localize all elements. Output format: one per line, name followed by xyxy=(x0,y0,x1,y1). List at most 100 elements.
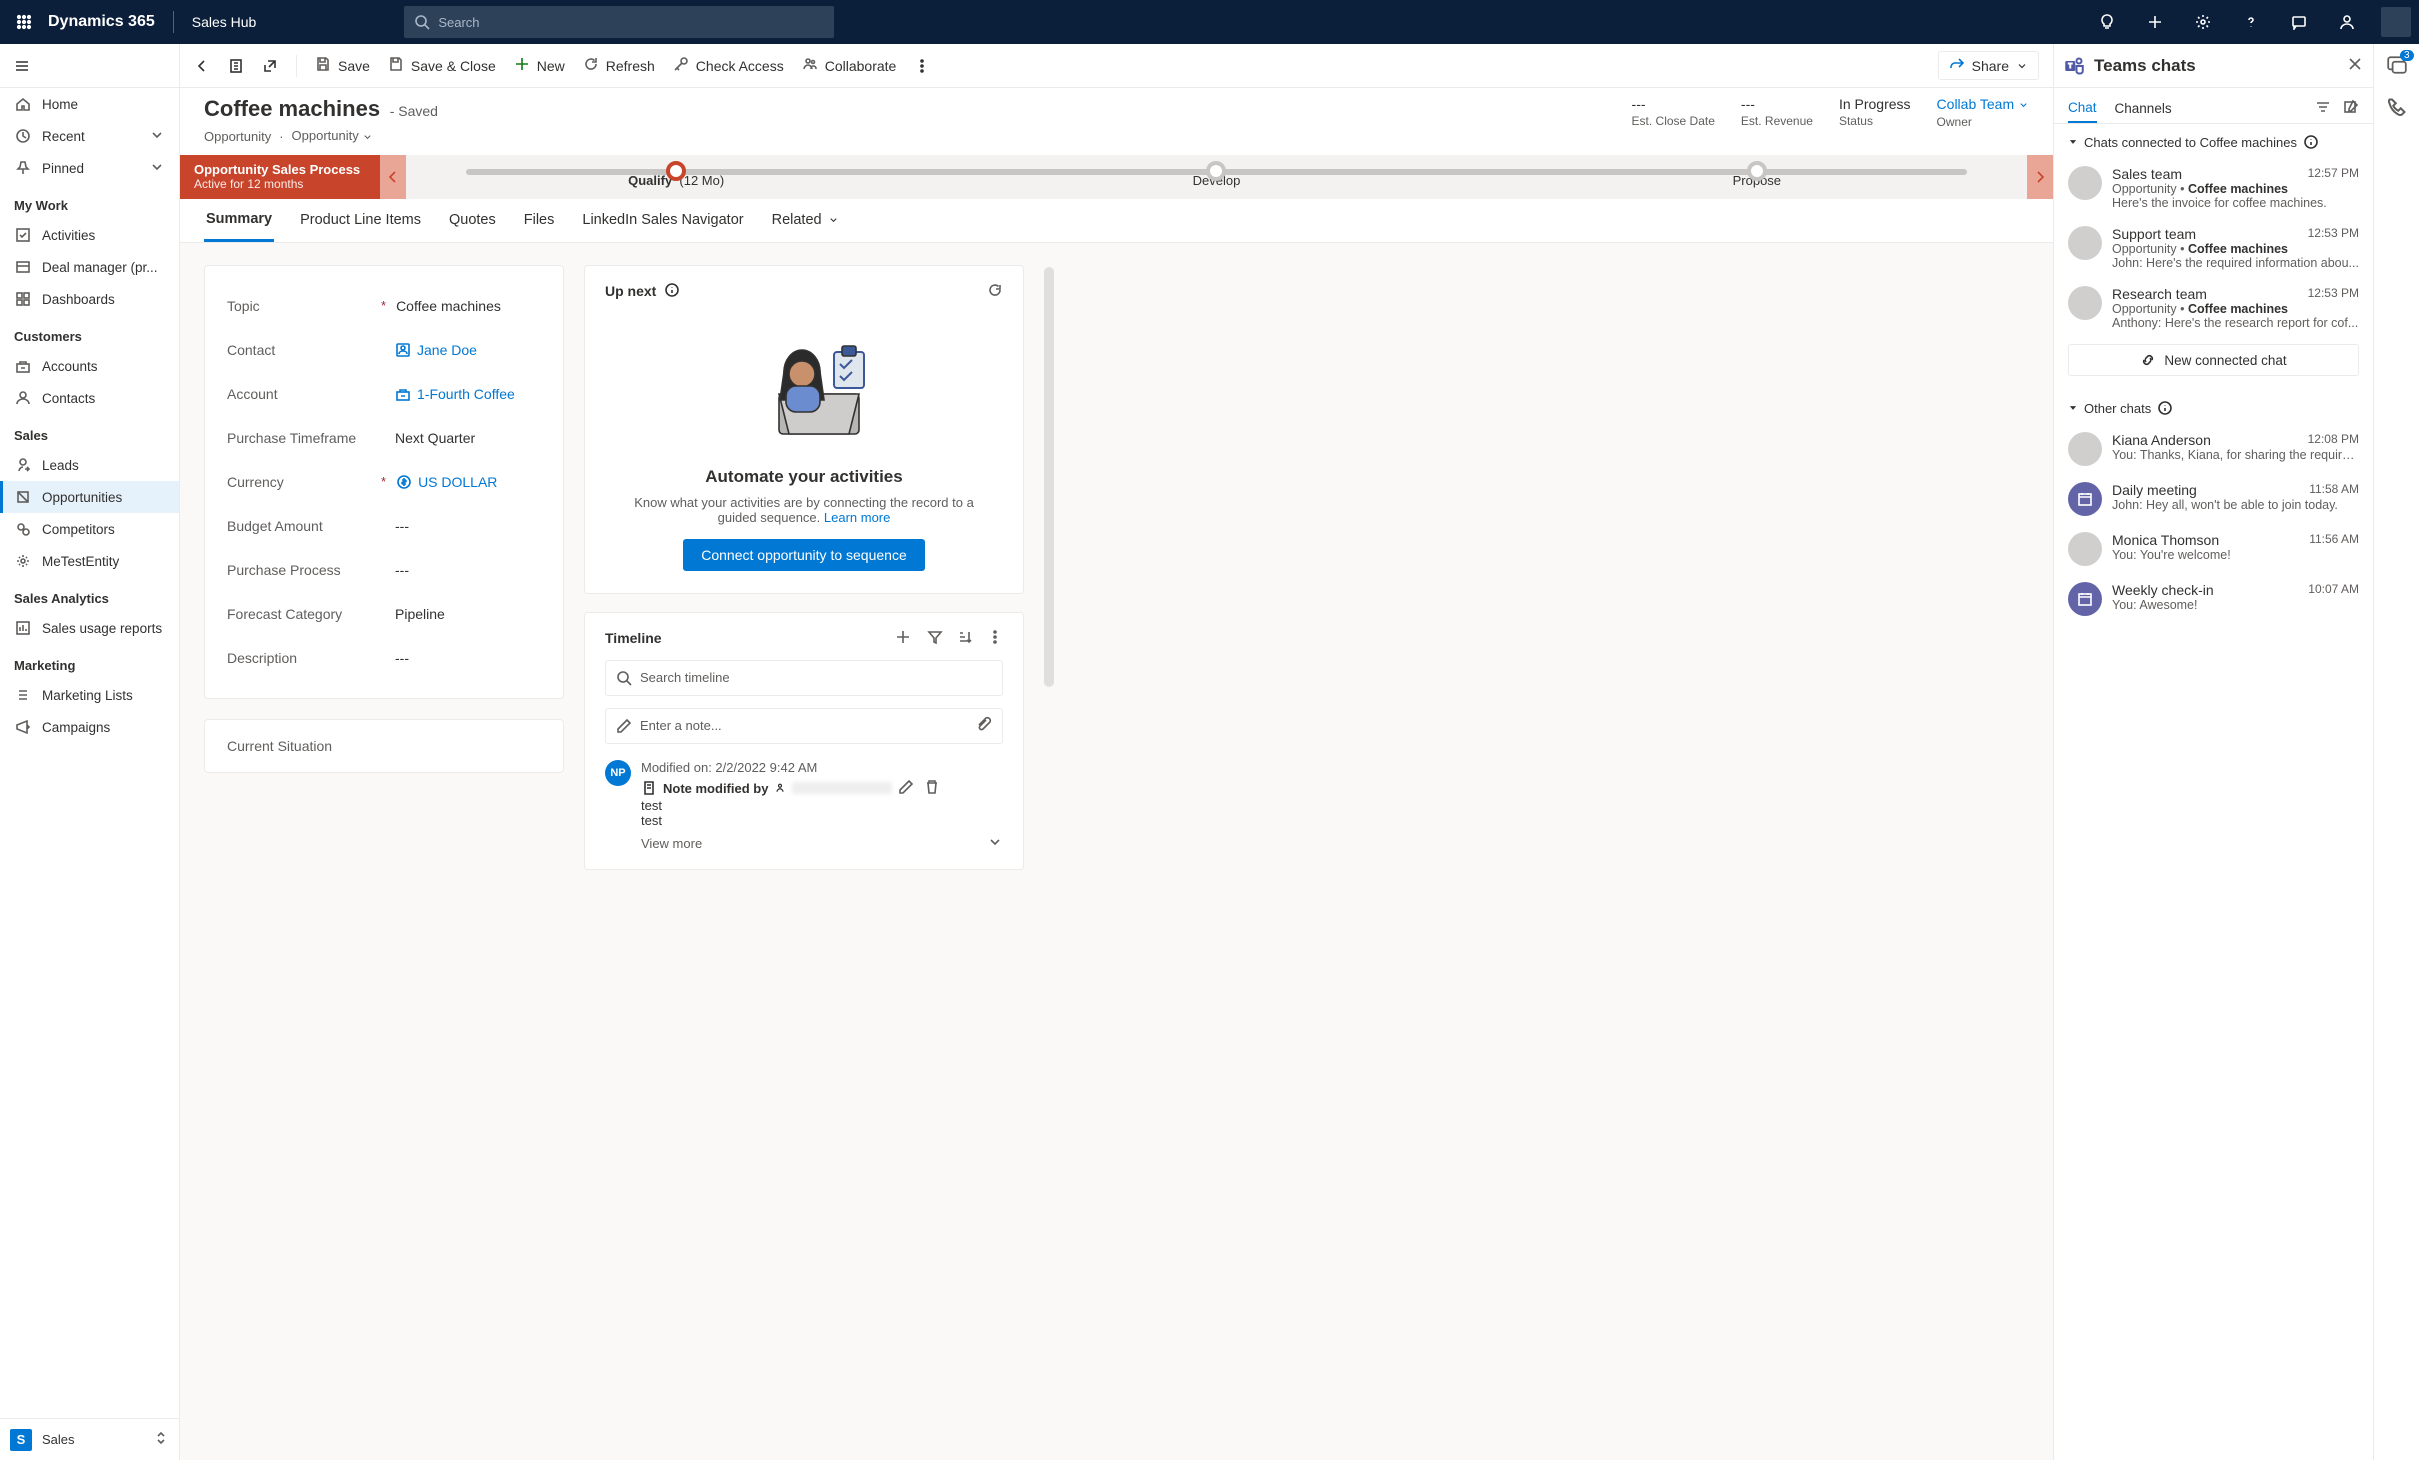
tab-related[interactable]: Related xyxy=(770,199,841,242)
nav-item-leads[interactable]: Leads xyxy=(0,449,179,481)
teams-tab-chat[interactable]: Chat xyxy=(2068,94,2097,123)
form-selector[interactable]: Opportunity xyxy=(292,128,374,145)
timeline-filter-icon[interactable] xyxy=(927,629,943,648)
field-purchase-timeframe[interactable]: Purchase TimeframeNext Quarter xyxy=(227,416,541,460)
nav-item-competitors[interactable]: Competitors xyxy=(0,513,179,545)
help-button[interactable] xyxy=(2231,0,2271,44)
new-button[interactable]: New xyxy=(514,56,565,75)
settings-button[interactable] xyxy=(2183,0,2223,44)
learn-more-link[interactable]: Learn more xyxy=(824,510,890,525)
teams-filter-icon[interactable] xyxy=(2315,99,2331,118)
tab-files[interactable]: Files xyxy=(522,199,557,242)
field-forecast-category[interactable]: Forecast CategoryPipeline xyxy=(227,592,541,636)
tab-linkedin-sales-navigator[interactable]: LinkedIn Sales Navigator xyxy=(580,199,745,242)
popout-button[interactable] xyxy=(262,58,278,74)
info-icon[interactable] xyxy=(664,282,680,301)
teams-compose-icon[interactable] xyxy=(2343,99,2359,118)
field-topic[interactable]: Topic*Coffee machines xyxy=(227,284,541,328)
process-prev-arrow[interactable] xyxy=(380,155,406,199)
attachment-icon[interactable] xyxy=(976,716,992,735)
teams-close-icon[interactable] xyxy=(2347,56,2363,75)
process-name-tag[interactable]: Opportunity Sales Process Active for 12 … xyxy=(180,155,380,199)
rail-phone-button[interactable] xyxy=(2387,97,2407,120)
view-more-link[interactable]: View more xyxy=(641,836,702,851)
stage-qualify[interactable]: Qualify (12 Mo) xyxy=(406,155,946,199)
info-icon[interactable] xyxy=(2303,134,2319,150)
nav-item-accounts[interactable]: Accounts xyxy=(0,350,179,382)
stage-develop[interactable]: Develop xyxy=(946,155,1486,199)
timeline-more-icon[interactable] xyxy=(987,629,1003,648)
rail-chat-button[interactable]: 3 xyxy=(2386,54,2408,79)
nav-item-metestentity[interactable]: MeTestEntity xyxy=(0,545,179,577)
form-body: Topic*Coffee machinesContactJane DoeAcco… xyxy=(180,243,2053,1460)
tab-quotes[interactable]: Quotes xyxy=(447,199,498,242)
timeline-sort-icon[interactable] xyxy=(957,629,973,648)
check-access-button[interactable]: Check Access xyxy=(673,56,784,75)
field-description[interactable]: Description--- xyxy=(227,636,541,680)
collaborate-button[interactable]: Collaborate xyxy=(802,56,897,75)
share-button[interactable]: Share xyxy=(1938,51,2039,80)
nav-item-dashboards[interactable]: Dashboards xyxy=(0,283,179,315)
teams-tab-channels[interactable]: Channels xyxy=(2115,95,2172,122)
field-contact[interactable]: ContactJane Doe xyxy=(227,328,541,372)
save-button[interactable]: Save xyxy=(315,56,370,75)
chevron-down-icon[interactable] xyxy=(987,834,1003,853)
nav-toggle[interactable] xyxy=(0,44,179,88)
timeline-search[interactable]: Search timeline xyxy=(605,660,1003,696)
stage-dot xyxy=(1206,161,1226,181)
assistant-button[interactable] xyxy=(2279,0,2319,44)
stage-propose[interactable]: Propose xyxy=(1487,155,2027,199)
chat-item[interactable]: Weekly check-in10:07 AMYou: Awesome! xyxy=(2068,574,2359,624)
note-delete-icon[interactable] xyxy=(924,779,940,798)
app-name[interactable]: Sales Hub xyxy=(192,14,257,30)
chat-item[interactable]: Support team12:53 PMOpportunity • Coffee… xyxy=(2068,218,2359,278)
chat-item[interactable]: Research team12:53 PMOpportunity • Coffe… xyxy=(2068,278,2359,338)
timeline-note[interactable]: NP Modified on: 2/2/2022 9:42 AM Note mo… xyxy=(605,760,1003,853)
field-budget-amount[interactable]: Budget Amount--- xyxy=(227,504,541,548)
field-account[interactable]: Account1-Fourth Coffee xyxy=(227,372,541,416)
nav-item-recent[interactable]: Recent xyxy=(0,120,179,152)
chat-item[interactable]: Kiana Anderson12:08 PMYou: Thanks, Kiana… xyxy=(2068,424,2359,474)
chat-item[interactable]: Daily meeting11:58 AMJohn: Hey all, won'… xyxy=(2068,474,2359,524)
open-record-set[interactable] xyxy=(228,58,244,74)
header-field-owner[interactable]: Collab Team Owner xyxy=(1937,96,2029,129)
info-icon[interactable] xyxy=(2157,400,2173,416)
area-switcher[interactable]: S Sales xyxy=(0,1418,179,1460)
timeline-note-input[interactable]: Enter a note... xyxy=(605,708,1003,744)
person-button[interactable] xyxy=(2327,0,2367,44)
save-close-button[interactable]: Save & Close xyxy=(388,56,496,75)
timeline-add-icon[interactable] xyxy=(895,629,913,648)
nav-item-opportunities[interactable]: Opportunities xyxy=(0,481,179,513)
nav-item-campaigns[interactable]: Campaigns xyxy=(0,711,179,743)
note-edit-icon[interactable] xyxy=(898,779,914,798)
field-currency[interactable]: Currency*US DOLLAR xyxy=(227,460,541,504)
back-button[interactable] xyxy=(194,58,210,74)
chat-item[interactable]: Sales team12:57 PMOpportunity • Coffee m… xyxy=(2068,158,2359,218)
refresh-panel-icon[interactable] xyxy=(987,282,1003,301)
connected-chats-header[interactable]: Chats connected to Coffee machines xyxy=(2068,134,2359,150)
overflow-button[interactable] xyxy=(914,58,930,74)
nav-item-home[interactable]: Home xyxy=(0,88,179,120)
process-next-arrow[interactable] xyxy=(2027,155,2053,199)
refresh-button[interactable]: Refresh xyxy=(583,56,655,75)
tab-product-line-items[interactable]: Product Line Items xyxy=(298,199,423,242)
nav-item-pinned[interactable]: Pinned xyxy=(0,152,179,184)
tab-summary[interactable]: Summary xyxy=(204,199,274,242)
field-purchase-process[interactable]: Purchase Process--- xyxy=(227,548,541,592)
connect-sequence-button[interactable]: Connect opportunity to sequence xyxy=(683,539,924,571)
lightbulb-button[interactable] xyxy=(2087,0,2127,44)
nav-item-deal-manager-pr-[interactable]: Deal manager (pr... xyxy=(0,251,179,283)
nav-item-activities[interactable]: Activities xyxy=(0,219,179,251)
app-launcher-icon[interactable] xyxy=(14,12,34,32)
nav-item-contacts[interactable]: Contacts xyxy=(0,382,179,414)
chat-item[interactable]: Monica Thomson11:56 AMYou: You're welcom… xyxy=(2068,524,2359,574)
form-scrollbar[interactable] xyxy=(1044,267,1054,687)
add-button[interactable] xyxy=(2135,0,2175,44)
user-avatar[interactable] xyxy=(2381,7,2411,37)
nav-item-sales-usage-reports[interactable]: Sales usage reports xyxy=(0,612,179,644)
global-search[interactable]: Search xyxy=(404,6,834,38)
nav-item-marketing-lists[interactable]: Marketing Lists xyxy=(0,679,179,711)
new-connected-chat-button[interactable]: New connected chat xyxy=(2068,344,2359,376)
brand-name[interactable]: Dynamics 365 xyxy=(48,13,155,31)
other-chats-header[interactable]: Other chats xyxy=(2068,400,2359,416)
